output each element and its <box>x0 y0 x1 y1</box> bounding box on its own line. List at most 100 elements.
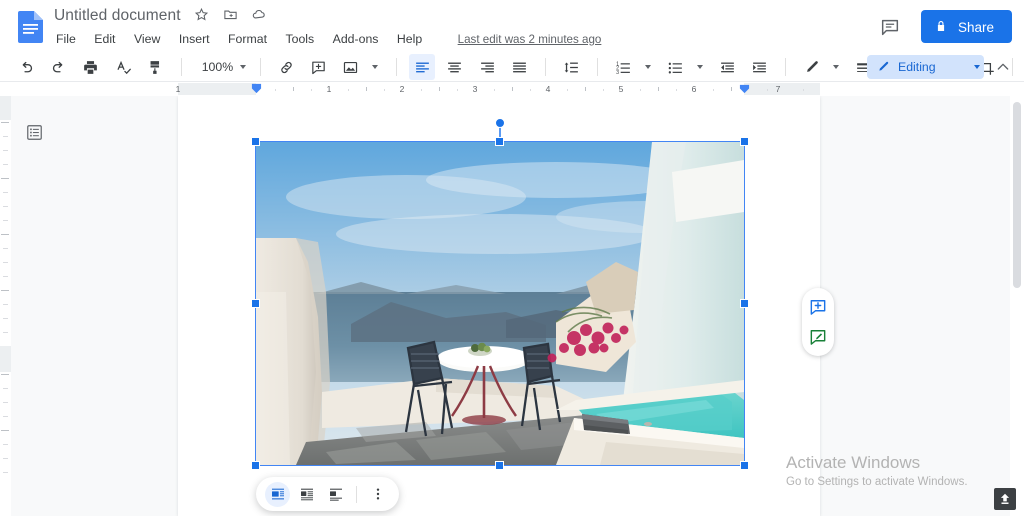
wrap-inline-icon[interactable] <box>265 481 290 507</box>
ruler-number: 4 <box>545 84 551 94</box>
menu-tools[interactable]: Tools <box>279 30 320 48</box>
selected-image-container[interactable] <box>251 118 749 470</box>
google-docs-window: Untitled document File Edit View Insert … <box>0 0 1024 516</box>
document-page[interactable] <box>178 96 820 516</box>
vertical-ruler[interactable] <box>0 96 11 516</box>
add-comment-icon[interactable] <box>807 296 829 318</box>
title-action-icons <box>194 7 275 25</box>
svg-text:3: 3 <box>616 69 619 75</box>
vertical-scrollbar[interactable] <box>1010 96 1024 516</box>
align-justify-button[interactable] <box>507 54 533 80</box>
ruler-number: 7 <box>775 84 781 94</box>
share-button-label: Share <box>957 19 994 35</box>
resize-handle-middle-left[interactable] <box>251 298 260 308</box>
left-indent-marker[interactable] <box>251 83 262 94</box>
menu-insert[interactable]: Insert <box>173 30 216 48</box>
insert-link-button[interactable] <box>273 54 299 80</box>
rotation-handle[interactable] <box>495 118 505 128</box>
toolbar-divider <box>259 58 261 76</box>
wrap-text-icon[interactable] <box>294 482 319 507</box>
wrap-break-icon[interactable] <box>323 482 348 507</box>
menu-format[interactable]: Format <box>222 30 273 48</box>
bulleted-list-button[interactable] <box>662 54 688 80</box>
ruler-number: 3 <box>472 84 478 94</box>
wrap-toolbar-divider <box>356 485 357 503</box>
resize-handle-middle-right[interactable] <box>740 298 749 308</box>
ruler-number: 6 <box>691 84 697 94</box>
line-spacing-button[interactable] <box>559 54 585 80</box>
ruler-right-margin <box>744 83 820 95</box>
toolbar-divider <box>545 58 547 76</box>
zoom-select[interactable]: 100% <box>194 55 248 79</box>
menu-file[interactable]: File <box>54 30 82 48</box>
right-indent-marker[interactable] <box>739 83 750 94</box>
align-left-button[interactable] <box>409 54 436 80</box>
collapse-toolbar-button[interactable] <box>990 55 1016 79</box>
pencil-icon <box>876 60 890 74</box>
toolbar-divider <box>181 58 183 76</box>
ruler-number: 5 <box>618 84 624 94</box>
windows-activation-watermark: Activate Windows Go to Settings to activ… <box>786 452 1016 490</box>
lock-icon <box>935 19 947 33</box>
resize-handle-top-left[interactable] <box>251 137 260 146</box>
watermark-title: Activate Windows <box>786 453 921 472</box>
toolbar-divider <box>785 58 787 76</box>
numbered-list-chevron-down-icon[interactable] <box>644 65 651 69</box>
image-wrap-toolbar <box>256 477 399 511</box>
align-right-button[interactable] <box>474 54 500 80</box>
document-outline-icon[interactable] <box>22 120 46 144</box>
ruler-number: 1 <box>175 84 181 94</box>
print-button[interactable] <box>78 54 104 80</box>
ruler-number: 1 <box>326 84 332 94</box>
document-side-panel <box>802 288 834 356</box>
paint-format-button[interactable] <box>143 54 169 80</box>
chevron-down-icon <box>974 65 980 69</box>
toolbar-divider <box>597 58 599 76</box>
resize-handle-bottom-right[interactable] <box>740 461 749 470</box>
undo-button[interactable] <box>13 54 39 80</box>
border-color-chevron-down-icon[interactable] <box>833 65 840 69</box>
resize-handle-bottom-center[interactable] <box>495 461 504 470</box>
google-docs-logo-icon[interactable] <box>16 10 46 44</box>
suggest-edit-icon[interactable] <box>807 326 829 348</box>
more-options-icon[interactable] <box>365 482 390 507</box>
image-options-chevron-down-icon[interactable] <box>372 65 379 69</box>
cloud-saved-icon[interactable] <box>251 7 268 24</box>
menu-edit[interactable]: Edit <box>88 30 121 48</box>
horizontal-ruler[interactable]: 1 1 2 3 4 5 6 7 <box>175 83 820 95</box>
align-center-button[interactable] <box>442 54 468 80</box>
add-comment-button[interactable] <box>306 54 332 80</box>
insert-image-button[interactable] <box>338 54 364 80</box>
zoom-value: 100% <box>201 60 234 74</box>
menu-help[interactable]: Help <box>391 30 428 48</box>
border-color-button[interactable] <box>799 54 825 80</box>
bulleted-list-chevron-down-icon[interactable] <box>696 65 703 69</box>
resize-handle-top-right[interactable] <box>740 137 749 146</box>
increase-indent-button[interactable] <box>747 54 773 80</box>
toolbar: 100% 1 2 3 Editing <box>0 52 1024 82</box>
chevron-down-icon <box>240 65 247 69</box>
resize-handle-bottom-left[interactable] <box>251 461 260 470</box>
redo-button[interactable] <box>45 54 71 80</box>
title-block: Untitled document <box>54 7 275 25</box>
menu-view[interactable]: View <box>128 30 166 48</box>
share-button[interactable]: Share <box>921 10 1012 43</box>
resize-handle-top-center[interactable] <box>495 137 504 146</box>
decrease-indent-button[interactable] <box>714 54 740 80</box>
last-edit-link[interactable]: Last edit was 2 minutes ago <box>458 33 602 46</box>
comment-history-icon[interactable] <box>879 16 901 38</box>
scroll-to-bottom-icon[interactable] <box>994 488 1016 510</box>
document-title[interactable]: Untitled document <box>54 7 181 25</box>
spellcheck-button[interactable] <box>110 54 136 80</box>
header-bar: Untitled document File Edit View Insert … <box>0 0 1024 52</box>
watermark-subtitle: Go to Settings to activate Windows. <box>786 476 968 488</box>
star-icon[interactable] <box>194 7 211 24</box>
numbered-list-button[interactable]: 1 2 3 <box>611 54 637 80</box>
editing-mode-selector[interactable]: Editing <box>867 55 984 79</box>
document-image[interactable] <box>256 142 744 465</box>
menu-bar: File Edit View Insert Format Tools Add-o… <box>54 30 601 48</box>
menu-add-ons[interactable]: Add-ons <box>327 30 385 48</box>
scrollbar-thumb[interactable] <box>1013 102 1021 288</box>
ruler-row: 1 1 2 3 4 5 6 7 <box>0 82 1024 96</box>
move-to-folder-icon[interactable] <box>223 7 240 24</box>
